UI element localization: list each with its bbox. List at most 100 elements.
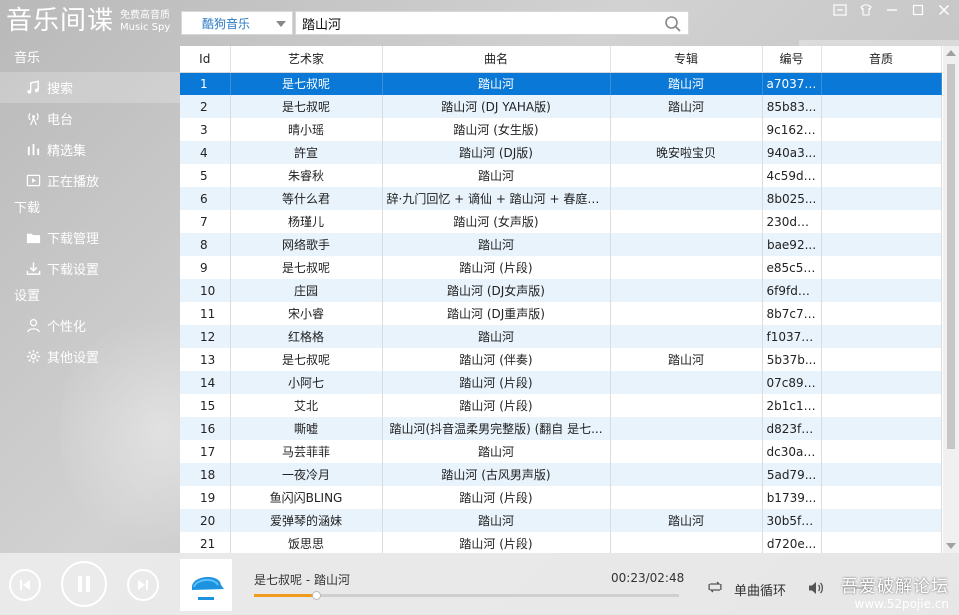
table-row[interactable]: 5 朱睿秋 踏山河 4c59d1... [180,164,942,187]
cell-id: 14 [180,371,231,394]
table-row[interactable]: 11 宋小睿 踏山河 (DJ重声版) 8b7c7e... [180,302,942,325]
cell-id: 1 [180,72,231,95]
cell-title: 踏山河 (女声版) [382,210,611,233]
now-playing-title: 是七叔呢 - 踏山河 [254,573,350,587]
cell-quality [821,417,942,440]
table-row[interactable]: 13 是七叔呢 踏山河 (伴奏) 踏山河 5b37b... [180,348,942,371]
cell-quality [821,371,942,394]
cell-album [610,302,763,325]
table-row[interactable]: 1 是七叔呢 踏山河 踏山河 a70372... [180,72,942,95]
table-row[interactable]: 14 小阿七 踏山河 (片段) 07c89a... [180,371,942,394]
progress-knob[interactable] [312,591,322,600]
skin-icon[interactable] [857,2,875,18]
table-row[interactable]: 18 一夜冷月 踏山河 (古风男声版) 5ad79... [180,463,942,486]
cell-artist: 网络歌手 [230,233,383,256]
column-header-code[interactable]: 编号 [762,46,822,73]
source-dropdown[interactable]: 酷狗音乐 [181,11,293,35]
sidebar-item-download-settings[interactable]: 下载设置 [0,253,180,284]
column-header-artist[interactable]: 艺术家 [230,46,383,73]
next-icon [138,580,148,590]
cell-artist: 宋小睿 [230,302,383,325]
forum-watermark: 吾爱破解论坛 www.52pojie.cn [841,572,949,611]
table-row[interactable]: 9 是七叔呢 踏山河 (片段) e85c57... [180,256,942,279]
playback-time: 00:23/02:48 [611,571,685,585]
scroll-up-icon[interactable] [946,50,956,56]
cell-title: 踏山河 [382,164,611,187]
table-row[interactable]: 7 杨瑾儿 踏山河 (女声版) 230d6c... [180,210,942,233]
column-header-id[interactable]: Id [180,46,231,73]
column-header-title[interactable]: 曲名 [382,46,611,73]
app-brand: 音乐间谍 免费高音质 Music Spy [6,4,170,42]
maximize-icon[interactable] [909,2,927,18]
sidebar-item-collections[interactable]: 精选集 [0,134,180,165]
cell-quality [821,164,942,187]
table-scrollbar[interactable] [943,46,959,553]
table-row[interactable]: 19 鱼闪闪BLING 踏山河 (片段) b1739... [180,486,942,509]
progress-bar[interactable] [254,591,679,600]
cell-quality [821,233,942,256]
previous-button[interactable] [9,569,41,601]
sidebar-item-personalize[interactable]: 个性化 [0,310,180,341]
table-row[interactable]: 16 嘶嘘 踏山河(抖音温柔男完整版) (翻自 是七... d823fd... [180,417,942,440]
cell-id: 9 [180,256,231,279]
cell-id: 19 [180,486,231,509]
cell-title: 踏山河 (片段) [382,486,611,509]
table-row[interactable]: 3 晴小瑶 踏山河 (女生版) 9c162f... [180,118,942,141]
cell-id: 3 [180,118,231,141]
cell-code: 8b7c7e... [762,302,822,325]
cell-code: 5ad79... [762,463,822,486]
cell-quality [821,187,942,210]
search-box [295,11,689,35]
mini-mode-icon[interactable] [831,2,849,18]
table-row[interactable]: 15 艾北 踏山河 (片段) 2b1c14... [180,394,942,417]
cell-quality [821,210,942,233]
cell-quality [821,486,942,509]
previous-icon [20,580,30,590]
search-input[interactable] [302,15,642,31]
cell-quality [821,95,942,118]
watermark-line1: 吾爱破解论坛 [841,577,949,597]
cell-quality [821,141,942,164]
album-cover[interactable] [180,559,232,611]
cell-code: f1037a... [762,325,822,348]
sidebar-item-radio[interactable]: 电台 [0,103,180,134]
table-row[interactable]: 10 庄园 踏山河 (DJ女声版) 6f9fd1... [180,279,942,302]
scrollbar-thumb[interactable] [947,64,955,449]
play-mode-label[interactable]: 单曲循环 [734,580,786,599]
search-icon[interactable] [664,15,682,33]
scroll-down-icon[interactable] [946,543,956,549]
pause-icon [78,576,90,592]
column-header-quality[interactable]: 音质 [821,46,942,73]
table-row[interactable]: 21 饭思思 踏山河 (片段) d720e... [180,532,942,553]
table-row[interactable]: 8 网络歌手 踏山河 bae92... [180,233,942,256]
minimize-icon[interactable] [883,2,901,18]
sidebar-item-label: 个性化 [47,320,87,335]
sidebar-heading-music: 音乐 [14,51,41,66]
cell-code: 9c162f... [762,118,822,141]
table-row[interactable]: 17 马芸菲菲 踏山河 dc30a9... [180,440,942,463]
sidebar-item-other-settings[interactable]: 其他设置 [0,341,180,372]
column-header-album[interactable]: 专辑 [610,46,763,73]
table-row[interactable]: 6 等什么君 辞·九门回忆 + 谪仙 + 踏山河 + 春庭雪... 8b025... [180,187,942,210]
app-subtitle: 免费高音质 Music Spy [120,10,170,34]
results-table: Id 艺术家 曲名 专辑 编号 音质 1 是七叔呢 踏山河 踏山河 a70372... 2… [180,46,942,553]
cell-title: 踏山河 [382,325,611,348]
table-row[interactable]: 2 是七叔呢 踏山河 (DJ YAHA版) 踏山河 85b83... [180,95,942,118]
cell-code: 2b1c14... [762,394,822,417]
cell-album [610,164,763,187]
sidebar-item-search[interactable]: 搜索 [0,72,180,103]
sidebar-item-download-manager[interactable]: 下载管理 [0,222,180,253]
repeat-one-icon[interactable] [707,580,723,594]
cell-title: 踏山河 (古风男声版) [382,463,611,486]
cell-code: 8b025... [762,187,822,210]
table-row[interactable]: 12 红格格 踏山河 f1037a... [180,325,942,348]
cell-code: e85c57... [762,256,822,279]
next-button[interactable] [127,569,159,601]
sidebar-item-label: 正在播放 [47,175,100,190]
sidebar-item-now-playing[interactable]: 正在播放 [0,165,180,196]
pause-button[interactable] [61,561,107,607]
close-icon[interactable] [935,2,953,18]
table-row[interactable]: 4 許宣 踏山河 (DJ版) 晚安啦宝贝 940a3... [180,141,942,164]
table-row[interactable]: 20 爱弹琴的涵妹 踏山河 踏山河 30b5f0... [180,509,942,532]
volume-icon[interactable] [807,580,825,596]
